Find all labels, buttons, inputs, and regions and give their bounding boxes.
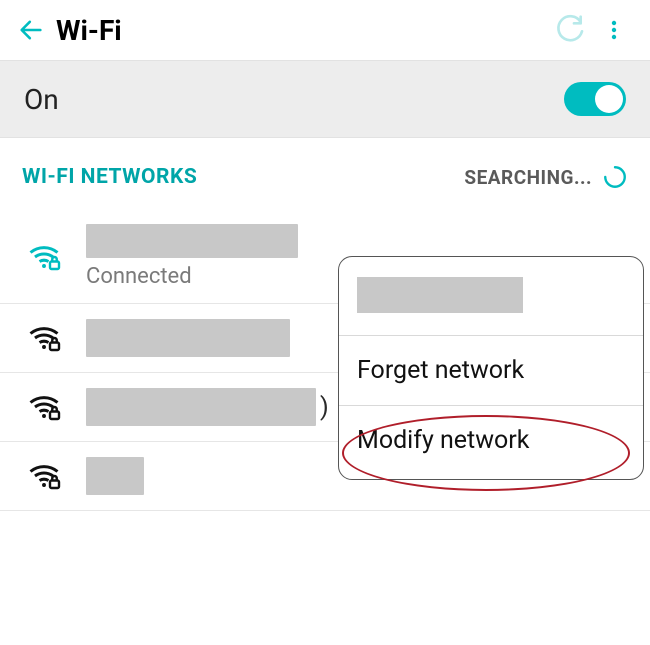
- back-button[interactable]: [14, 13, 48, 47]
- page-title: Wi-Fi: [56, 14, 122, 47]
- context-menu-ssid-redacted: [357, 277, 523, 313]
- switch-knob: [595, 85, 623, 113]
- wifi-toggle-row: On: [0, 60, 650, 138]
- networks-section-header: WI-FI NETWORKS SEARCHING...: [0, 138, 650, 210]
- network-ssid-redacted: [86, 319, 290, 357]
- wifi-toggle-switch[interactable]: [564, 82, 626, 116]
- network-context-menu: Forget network Modify network: [338, 256, 644, 480]
- wifi-signal-secured-icon: [24, 237, 64, 277]
- network-ssid-redacted: [86, 224, 298, 258]
- wifi-signal-secured-icon: [24, 387, 64, 427]
- modify-network-item[interactable]: Modify network: [339, 406, 643, 479]
- networks-section-title: WI-FI NETWORKS: [22, 165, 197, 189]
- overflow-menu-button[interactable]: [592, 8, 636, 52]
- network-ssid-redacted: [86, 457, 144, 495]
- wifi-signal-secured-icon: [24, 318, 64, 358]
- more-vertical-icon: [602, 18, 626, 42]
- forget-network-item[interactable]: Forget network: [339, 336, 643, 406]
- arrow-left-icon: [17, 16, 45, 44]
- refresh-icon: [554, 14, 586, 46]
- wifi-signal-secured-icon: [24, 456, 64, 496]
- search-status-text: SEARCHING...: [464, 166, 592, 189]
- app-header: Wi-Fi: [0, 0, 650, 60]
- network-ssid-redacted: [86, 388, 316, 426]
- context-menu-header: [339, 257, 643, 336]
- refresh-button[interactable]: [548, 8, 592, 52]
- wifi-state-label: On: [24, 83, 59, 116]
- search-status: SEARCHING...: [464, 164, 628, 190]
- spinner-icon: [602, 164, 628, 190]
